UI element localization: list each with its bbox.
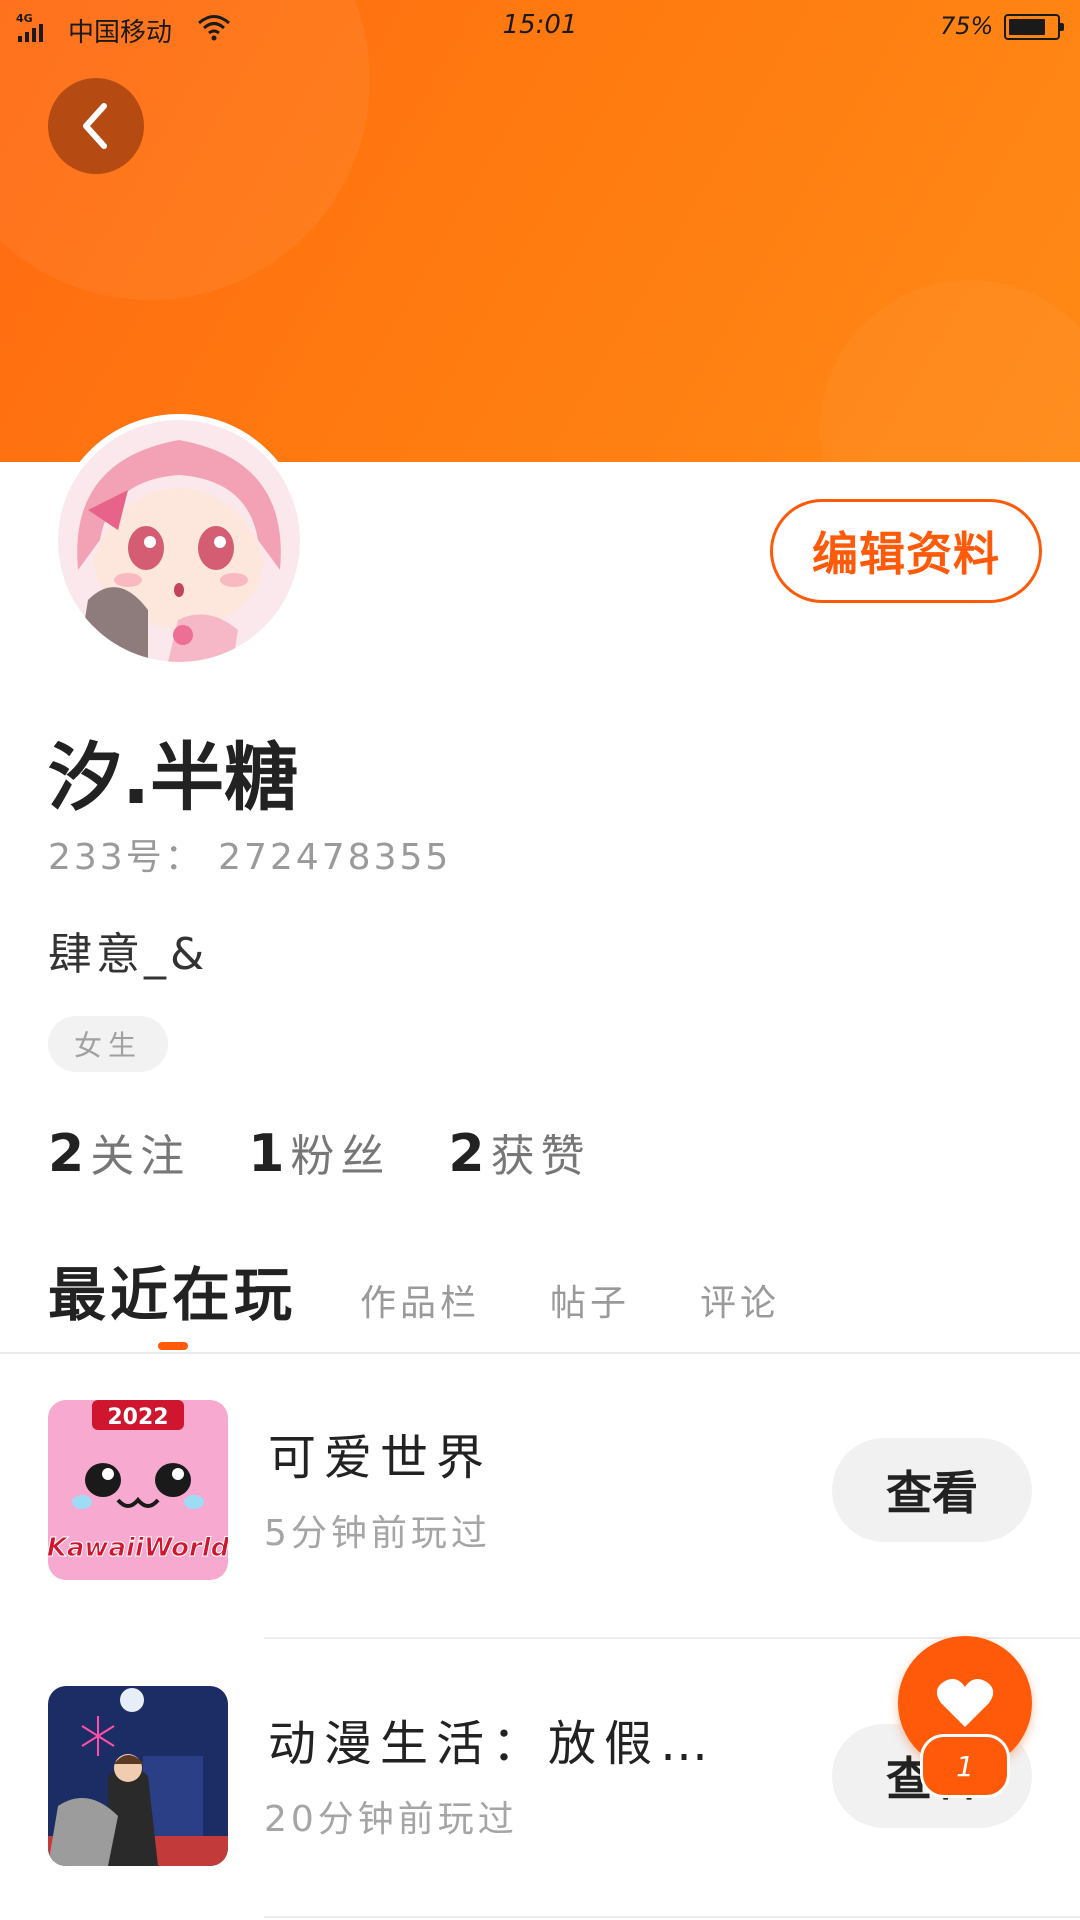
chevron-left-icon <box>83 103 107 149</box>
anime-life-icon[interactable] <box>48 1686 228 1866</box>
kawaii-world-icon[interactable]: 2022 KawaiiWorld <box>48 1400 228 1580</box>
divider <box>264 1916 1080 1918</box>
avatar[interactable] <box>52 414 306 668</box>
battery-icon <box>1004 14 1064 40</box>
divider <box>0 1352 1080 1354</box>
profile-header-background <box>0 0 1080 462</box>
tab-recently-played[interactable]: 最近在玩 <box>48 1248 296 1332</box>
list-item[interactable]: 2022 KawaiiWorld 可爱世界 5分钟前玩过 查看 <box>0 1400 1080 1580</box>
heart-icon <box>936 1679 994 1727</box>
back-button[interactable] <box>48 78 144 174</box>
view-button[interactable]: 查看 <box>832 1438 1032 1542</box>
profile-tabs: 最近在玩 作品栏 帖子 评论 <box>48 1248 850 1332</box>
game-played-time: 5分钟前玩过 <box>264 1513 491 1554</box>
anime-girl-avatar-image <box>58 420 300 662</box>
game-title: 可爱世界 <box>268 1430 493 1486</box>
game-title: 动漫生活：放假… <box>268 1716 717 1772</box>
user-signature: 肆意_& <box>48 929 209 980</box>
stat-label: 获赞 <box>490 1131 591 1182</box>
tab-works[interactable]: 作品栏 <box>360 1274 480 1326</box>
stat-fans[interactable]: 1 粉丝 <box>248 1120 390 1184</box>
stat-following[interactable]: 2 关注 <box>48 1120 190 1184</box>
battery-percent: 75% <box>940 12 994 40</box>
gender-tag: 女生 <box>48 1016 168 1072</box>
like-count-badge: 1 <box>920 1734 1010 1798</box>
username: 汐.半糖 <box>48 735 299 821</box>
stat-number: 2 <box>48 1124 85 1184</box>
user-id: 233号： 272478355 <box>48 837 452 878</box>
stat-label: 关注 <box>90 1131 191 1182</box>
stat-number: 1 <box>248 1124 285 1184</box>
decorative-circle <box>820 280 1080 462</box>
game-played-time: 20分钟前玩过 <box>264 1799 518 1840</box>
stat-likes[interactable]: 2 获赞 <box>448 1120 590 1184</box>
active-tab-indicator <box>158 1342 188 1350</box>
tab-comments[interactable]: 评论 <box>700 1274 780 1326</box>
edit-profile-button[interactable]: 编辑资料 <box>770 499 1042 603</box>
tab-posts[interactable]: 帖子 <box>550 1274 630 1326</box>
icon-brand-text: KawaiiWorld <box>48 1533 228 1563</box>
stat-number: 2 <box>448 1124 485 1184</box>
stat-label: 粉丝 <box>290 1131 391 1182</box>
status-time: 15:01 <box>502 10 578 40</box>
profile-stats: 2 关注 1 粉丝 2 获赞 <box>48 1120 591 1184</box>
icon-year-text: 2022 <box>107 1405 168 1430</box>
status-bar: 4G 中国移动 15:01 75% <box>0 0 1080 54</box>
